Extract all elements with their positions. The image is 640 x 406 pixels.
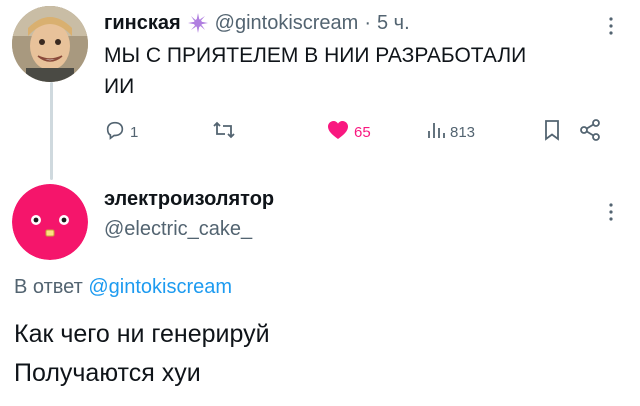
author-name[interactable]: гинская: [104, 12, 181, 35]
views-icon: [426, 119, 446, 145]
reply-button[interactable]: 1: [104, 117, 138, 147]
reply-line: Как чего ни генерируй: [14, 320, 270, 348]
timestamp[interactable]: 5 ч.: [377, 12, 410, 35]
reply-mention-link[interactable]: @gintokiscream: [88, 276, 232, 298]
tweet-text: МЫ С ПРИЯТЕЛЕМ В НИИ РАЗРАБОТАЛИ ИИ: [104, 44, 527, 98]
author-name[interactable]: электроизолятор: [104, 188, 274, 211]
reply-icon: [104, 119, 126, 145]
avatar[interactable]: [12, 184, 88, 260]
thread-line: [50, 82, 53, 180]
more-icon[interactable]: [606, 200, 616, 231]
reply-prefix: В ответ: [14, 276, 83, 298]
more-icon[interactable]: [606, 14, 616, 45]
retweet-button[interactable]: [212, 117, 236, 147]
reply-count: 1: [130, 123, 139, 141]
retweet-icon: [212, 119, 236, 145]
avatar[interactable]: [12, 6, 88, 82]
author-handle[interactable]: @electric_cake_: [104, 218, 252, 241]
badge-icon: [187, 12, 209, 34]
heart-icon: [326, 119, 350, 145]
views-count: 813: [450, 123, 476, 141]
views-button[interactable]: 813: [426, 117, 475, 147]
share-icon: [578, 118, 602, 146]
separator: ·: [364, 11, 371, 34]
bookmark-icon: [542, 118, 562, 146]
reply-text: Как чего ни генерируй Получаются хуи: [14, 315, 614, 393]
tweet-header: гинская @gintokiscream · 5 ч.: [104, 10, 410, 36]
reply-line: Получаются хуи: [14, 359, 201, 387]
reply-context: В ответ @gintokiscream: [14, 276, 232, 299]
like-count: 65: [354, 123, 371, 141]
share-button[interactable]: [578, 117, 602, 147]
bookmark-button[interactable]: [542, 117, 562, 147]
author-handle[interactable]: @gintokiscream: [215, 12, 359, 35]
like-button[interactable]: 65: [326, 117, 371, 147]
action-bar: 1 65 813: [104, 117, 614, 147]
